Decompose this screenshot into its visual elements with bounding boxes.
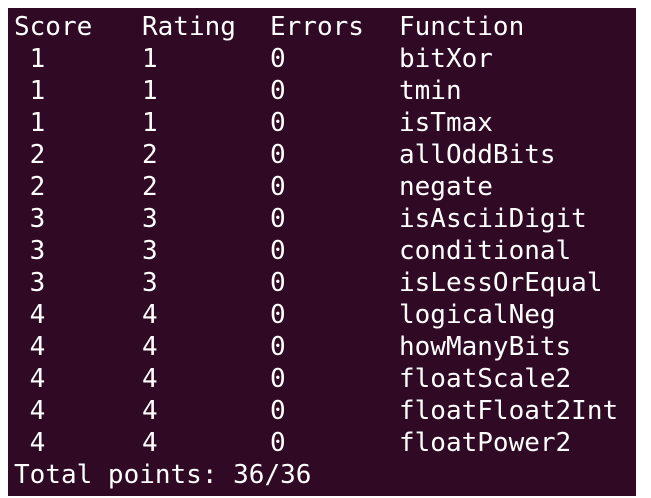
row-rating: 1 (142, 76, 158, 106)
row-rating: 3 (142, 204, 158, 234)
table-row: 1 1 0 isTmax (8, 107, 636, 139)
row-function: conditional (399, 236, 572, 266)
row-rating: 4 (142, 428, 158, 458)
row-score: 4 (14, 332, 46, 362)
row-score: 4 (14, 428, 46, 458)
row-function: tmin (399, 76, 462, 106)
table-row: 4 4 0 howManyBits (8, 331, 636, 363)
header-rating: Rating (142, 12, 236, 42)
row-errors: 0 (270, 268, 286, 298)
table-row: 4 4 0 floatPower2 (8, 427, 636, 459)
row-function: floatFloat2Int (399, 396, 619, 426)
row-score: 1 (14, 44, 46, 74)
table-row: 2 2 0 negate (8, 171, 636, 203)
score-table-body: 1 1 0 bitXor 1 1 0 tmin 1 1 0 isTmax 2 2 0 allOddBit… (8, 43, 636, 459)
terminal-window[interactable]: Score Rating Errors Function 1 1 0 bitXor 1… (8, 8, 636, 496)
row-function: floatScale2 (399, 364, 572, 394)
header-errors: Errors (270, 12, 364, 42)
row-function: isTmax (399, 108, 493, 138)
row-errors: 0 (270, 204, 286, 234)
row-function: logicalNeg (399, 300, 556, 330)
row-function: bitXor (399, 44, 493, 74)
row-rating: 4 (142, 332, 158, 362)
row-score: 4 (14, 364, 46, 394)
row-function: howManyBits (399, 332, 572, 362)
total-points: Total points: 36/36 (14, 460, 312, 490)
row-rating: 1 (142, 44, 158, 74)
row-score: 2 (14, 140, 46, 170)
table-row: 2 2 0 allOddBits (8, 139, 636, 171)
table-row: 3 3 0 conditional (8, 235, 636, 267)
row-errors: 0 (270, 44, 286, 74)
row-errors: 0 (270, 140, 286, 170)
row-errors: 0 (270, 332, 286, 362)
table-row: 1 1 0 tmin (8, 75, 636, 107)
row-errors: 0 (270, 108, 286, 138)
row-score: 1 (14, 108, 46, 138)
row-function: isAsciiDigit (399, 204, 587, 234)
row-errors: 0 (270, 236, 286, 266)
row-rating: 3 (142, 236, 158, 266)
total-line: Total points: 36/36 (8, 459, 636, 491)
row-errors: 0 (270, 364, 286, 394)
table-row: 1 1 0 bitXor (8, 43, 636, 75)
header-function: Function (399, 12, 525, 42)
row-rating: 4 (142, 396, 158, 426)
row-score: 4 (14, 300, 46, 330)
row-score: 3 (14, 236, 46, 266)
row-errors: 0 (270, 172, 286, 202)
table-row: 4 4 0 logicalNeg (8, 299, 636, 331)
row-function: allOddBits (399, 140, 556, 170)
row-errors: 0 (270, 300, 286, 330)
table-row: 4 4 0 floatScale2 (8, 363, 636, 395)
table-row: 3 3 0 isLessOrEqual (8, 267, 636, 299)
row-score: 2 (14, 172, 46, 202)
header-score: Score (14, 12, 93, 42)
row-errors: 0 (270, 428, 286, 458)
row-rating: 4 (142, 364, 158, 394)
row-errors: 0 (270, 76, 286, 106)
table-row: 4 4 0 floatFloat2Int (8, 395, 636, 427)
row-rating: 2 (142, 172, 158, 202)
row-function: floatPower2 (399, 428, 572, 458)
row-function: negate (399, 172, 493, 202)
score-table-header: Score Rating Errors Function (8, 11, 636, 43)
row-score: 4 (14, 396, 46, 426)
row-rating: 1 (142, 108, 158, 138)
table-row: 3 3 0 isAsciiDigit (8, 203, 636, 235)
row-function: isLessOrEqual (399, 268, 603, 298)
row-rating: 3 (142, 268, 158, 298)
row-score: 3 (14, 204, 46, 234)
row-rating: 2 (142, 140, 158, 170)
row-score: 1 (14, 76, 46, 106)
row-errors: 0 (270, 396, 286, 426)
row-rating: 4 (142, 300, 158, 330)
row-score: 3 (14, 268, 46, 298)
